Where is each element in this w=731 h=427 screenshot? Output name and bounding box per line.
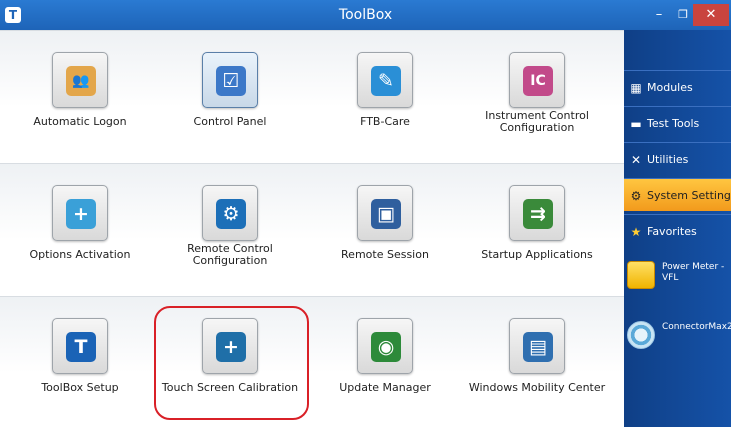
startup-applications-button[interactable]: ⇉ [509, 185, 565, 241]
remote-session-button[interactable]: ▣ [357, 185, 413, 241]
sidebar-item-label: Favorites [647, 225, 697, 238]
sidebar-item-label: Utilities [647, 153, 689, 166]
update-manager-icon: ◉ [371, 332, 401, 362]
app-power-meter[interactable]: Power Meter - VFL [624, 255, 731, 301]
minimize-button[interactable]: – [646, 4, 672, 26]
control-panel-button[interactable]: ☑ [202, 52, 258, 108]
toolbox-setup-icon: T [66, 332, 96, 362]
options-activation-icon: + [66, 199, 96, 229]
tile-mobility-center[interactable]: ▤ Windows Mobility Center [462, 306, 612, 424]
toolbox-setup-button[interactable]: T [52, 318, 108, 374]
tile-label: Automatic Logon [33, 115, 127, 128]
sidebar-item-system-settings[interactable]: ⚙ System Settings [624, 178, 731, 211]
sidebar-item-modules[interactable]: ▦ Modules [624, 70, 731, 103]
control-panel-icon: ☑ [216, 66, 246, 96]
ftb-care-icon: ✎ [371, 66, 401, 96]
remote-session-icon: ▣ [371, 199, 401, 229]
tile-label: Startup Applications [481, 248, 593, 261]
app-connectormax[interactable]: ConnectorMax2 [624, 315, 731, 361]
tile-remote-session[interactable]: ▣ Remote Session [310, 173, 460, 291]
modules-icon: ▦ [630, 81, 642, 95]
close-button[interactable]: ✕ [693, 4, 729, 26]
tile-ftb-care[interactable]: ✎ FTB-Care [310, 40, 460, 158]
tile-label: Update Manager [339, 381, 431, 394]
system-settings-icon: ⚙ [630, 189, 642, 203]
tile-toolbox-setup[interactable]: T ToolBox Setup [5, 306, 155, 424]
app-label: ConnectorMax2 [662, 322, 731, 332]
update-manager-button[interactable]: ◉ [357, 318, 413, 374]
sidebar: ▦ Modules ▬ Test Tools ✕ Utilities ⚙ System Set… [624, 30, 731, 427]
sidebar-item-utilities[interactable]: ✕ Utilities [624, 142, 731, 175]
remote-control-icon: ⚙ [216, 199, 246, 229]
sidebar-item-test-tools[interactable]: ▬ Test Tools [624, 106, 731, 139]
sidebar-item-label: Modules [647, 81, 693, 94]
tile-label: Remote Control Configuration [187, 242, 273, 267]
tile-label: ToolBox Setup [41, 381, 119, 394]
tile-remote-control[interactable]: ⚙ Remote Control Configuration [155, 173, 305, 291]
test-tools-icon: ▬ [630, 117, 642, 131]
tools-grid: 👥 Automatic Logon ☑ Control Panel ✎ FTB-Care I… [0, 30, 624, 427]
touch-screen-calibration-highlight [154, 306, 309, 420]
users-button[interactable]: 👥 [52, 52, 108, 108]
title-bar: T ToolBox – ❐ ✕ [0, 0, 731, 30]
mobility-center-icon: ▤ [523, 332, 553, 362]
tile-label: Instrument Control Configuration [485, 109, 589, 134]
tile-label: Control Panel [193, 115, 267, 128]
utilities-icon: ✕ [630, 153, 642, 167]
sidebar-item-label: Test Tools [647, 117, 700, 130]
app-label: Power Meter - VFL [662, 262, 725, 283]
sidebar-item-favorites[interactable]: ★ Favorites [624, 214, 731, 247]
tile-options-activation[interactable]: + Options Activation [5, 173, 155, 291]
connectormax-icon [627, 321, 655, 349]
instrument-control-icon: IC [523, 66, 553, 96]
power-meter-icon [627, 261, 655, 289]
tile-startup-applications[interactable]: ⇉ Startup Applications [462, 173, 612, 291]
tile-label: Options Activation [29, 248, 131, 261]
remote-control-button[interactable]: ⚙ [202, 185, 258, 241]
tile-users[interactable]: 👥 Automatic Logon [5, 40, 155, 158]
startup-applications-icon: ⇉ [523, 199, 553, 229]
tile-instrument-control[interactable]: IC Instrument Control Configuration [462, 40, 612, 158]
favorites-icon: ★ [630, 225, 642, 239]
mobility-center-button[interactable]: ▤ [509, 318, 565, 374]
tile-label: FTB-Care [360, 115, 410, 128]
ftb-care-button[interactable]: ✎ [357, 52, 413, 108]
tile-control-panel[interactable]: ☑ Control Panel [155, 40, 305, 158]
users-icon: 👥 [66, 66, 96, 96]
tile-label: Remote Session [341, 248, 429, 261]
instrument-control-button[interactable]: IC [509, 52, 565, 108]
window-title: ToolBox [338, 7, 393, 23]
sidebar-item-label: System Settings [647, 189, 731, 202]
options-activation-button[interactable]: + [52, 185, 108, 241]
tile-label: Windows Mobility Center [468, 381, 606, 394]
tile-update-manager[interactable]: ◉ Update Manager [310, 306, 460, 424]
